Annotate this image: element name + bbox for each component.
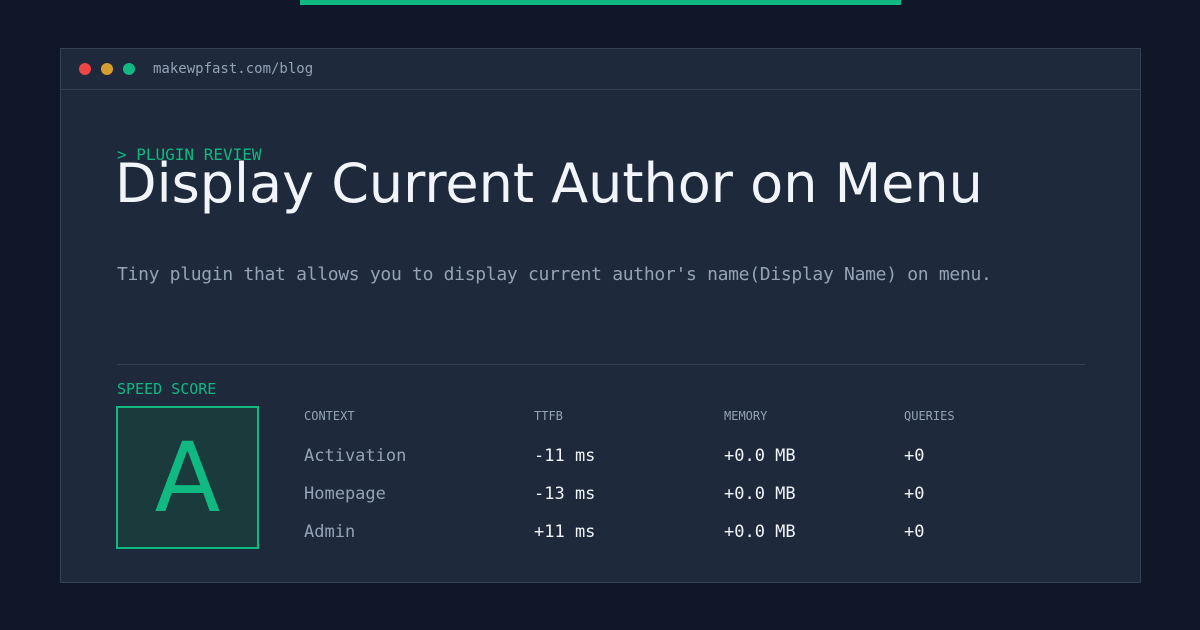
ttfb-cell: -11 ms: [534, 446, 596, 466]
memory-cell: +0.0 MB: [724, 522, 796, 542]
speed-score-label: SPEED SCORE: [117, 380, 217, 398]
context-cell: Homepage: [304, 484, 386, 504]
queries-cell: +0: [904, 484, 925, 504]
article-description: Tiny plugin that allows you to display c…: [117, 264, 992, 285]
queries-cell: +0: [904, 446, 925, 466]
top-accent-bar: [300, 0, 901, 5]
column-header-ttfb: TTFB: [534, 409, 563, 423]
context-cell: Admin: [304, 522, 356, 542]
browser-window: makewpfast.com/blog > PLUGIN REVIEW Disp…: [60, 48, 1141, 583]
close-dot-icon: [79, 63, 91, 75]
column-header-queries: QUERIES: [904, 409, 955, 423]
column-header-context: CONTEXT: [304, 409, 355, 423]
memory-cell: +0.0 MB: [724, 484, 796, 504]
ttfb-cell: -13 ms: [534, 484, 596, 504]
context-cell: Activation: [304, 446, 407, 466]
window-titlebar: makewpfast.com/blog: [61, 49, 1140, 90]
maximize-dot-icon: [123, 63, 135, 75]
speed-grade-letter: A: [154, 421, 221, 534]
minimize-dot-icon: [101, 63, 113, 75]
ttfb-cell: +11 ms: [534, 522, 596, 542]
memory-cell: +0.0 MB: [724, 446, 796, 466]
column-header-memory: MEMORY: [724, 409, 768, 423]
article-title: Display Current Author on Menu: [115, 152, 983, 215]
window-url: makewpfast.com/blog: [153, 61, 314, 77]
speed-grade-badge: A: [116, 406, 259, 549]
queries-cell: +0: [904, 522, 925, 542]
section-divider: [117, 364, 1085, 365]
